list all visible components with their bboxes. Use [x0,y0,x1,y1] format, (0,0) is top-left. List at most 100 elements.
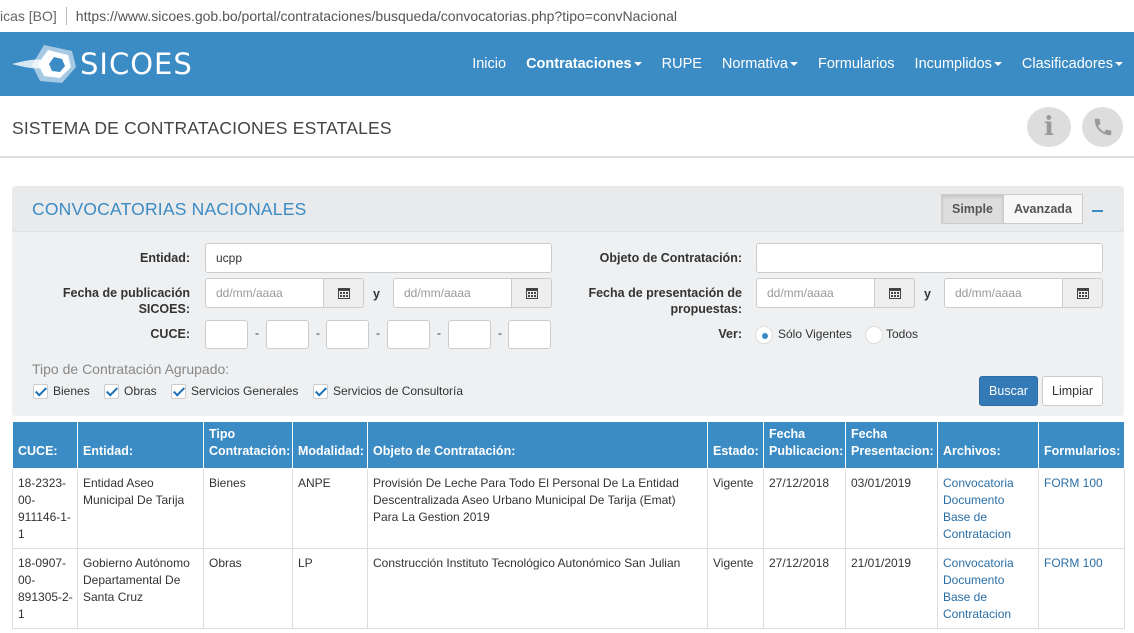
advanced-mode-button[interactable]: Avanzada [1004,194,1083,224]
calendar-button[interactable] [1063,278,1103,308]
nav-clasificadores-label: Clasificadores [1021,56,1113,72]
link-documento-base[interactable]: Documento Base de Contratacion [943,493,1011,541]
header-formularios[interactable]: Formularios: [1038,422,1125,469]
brand-name: SICOES [80,47,193,81]
calendar-button[interactable] [512,278,552,308]
caret-down-icon [993,62,1002,66]
fecha-publicacion-label-line1: Fecha de publicación [62,286,190,300]
header-fecha-publicacion[interactable]: Fecha Publicacion: [763,422,846,469]
header-cuce[interactable]: CUCE: [12,422,78,469]
header-entidad[interactable]: Entidad: [77,422,204,469]
fecha-publicacion-hasta-input[interactable]: dd/mm/aaaa [393,278,512,308]
cuce-separator: - [255,326,259,340]
radio-solo-vigentes-label: Sólo Vigentes [778,327,852,341]
cell-fecha-presentacion: 21/01/2019 [845,548,938,629]
header-fpub-line2: Publicacion: [769,444,844,458]
fecha-publicacion-label-line2: SICOES: [138,302,190,316]
radio-todos[interactable] [865,326,883,344]
nav-rupe[interactable]: RUPE [652,56,712,72]
checkbox-servicios-consultoria[interactable] [313,384,328,399]
link-documento-base[interactable]: Documento Base de Contratacion [943,573,1011,621]
nav-inicio[interactable]: Inicio [462,56,516,72]
radio-solo-vigentes[interactable] [755,326,773,344]
cell-objeto: Construcción Instituto Tecnológico Auton… [367,548,708,629]
nav-contrataciones[interactable]: Contrataciones [516,56,652,72]
cuce-input-6[interactable] [508,320,551,349]
checkbox-bienes[interactable] [33,384,48,399]
radio-todos-label: Todos [886,327,919,341]
cell-fecha-publicacion: 27/12/2018 [763,468,846,549]
nav-incumplidos[interactable]: Incumplidos [905,56,1012,72]
calendar-icon [525,288,538,299]
ver-label: Ver: [718,327,742,341]
calendar-button[interactable] [875,278,915,308]
cell-entidad: Entidad Aseo Municipal De Tarija [77,468,204,549]
objeto-input[interactable] [756,243,1103,273]
fecha-presentacion-desde-input[interactable]: dd/mm/aaaa [756,278,875,308]
calendar-icon [337,288,350,299]
header-tipo-line2: Contratación: [209,444,291,458]
collapse-icon[interactable] [1092,210,1103,212]
header-tipo-line1: Tipo [209,427,236,441]
link-convocatoria[interactable]: Convocatoria [943,476,1014,490]
limpiar-button[interactable]: Limpiar [1042,376,1103,406]
cuce-input-2[interactable] [266,320,309,349]
header-objeto[interactable]: Objeto de Contratación: [367,422,708,469]
fecha-presentacion-hasta-input[interactable]: dd/mm/aaaa [944,278,1063,308]
cell-entidad: Gobierno Autónomo Departamental De Santa… [77,548,204,629]
header-tipo[interactable]: Tipo Contratación: [203,422,293,469]
panel-title: CONVOCATORIAS NACIONALES [32,199,307,219]
header-fpres-line1: Fecha [851,427,888,441]
fecha-publicacion-desde-input[interactable]: dd/mm/aaaa [205,278,324,308]
address-bar[interactable]: icas [BO] https://www.sicoes.gob.bo/port… [0,0,1134,32]
search-mode-toggle: Simple Avanzada [941,194,1083,224]
buscar-button[interactable]: Buscar [979,376,1038,406]
cuce-input-1[interactable] [205,320,248,349]
fecha-publicacion-label: Fecha de publicación SICOES: [40,285,190,317]
checkbox-obras[interactable] [104,384,119,399]
entidad-input[interactable]: ucpp [205,243,552,273]
cell-cuce: 18-2323-00-911146-1-1 [12,468,78,549]
link-form-100[interactable]: FORM 100 [1044,476,1103,490]
header-fpub-line1: Fecha [769,427,806,441]
search-panel-header: CONVOCATORIAS NACIONALES Simple Avanzada [12,186,1124,232]
phone-button[interactable] [1082,107,1123,147]
table-header-row: CUCE: Entidad: Tipo Contratación: Modalid… [12,422,1125,469]
sicoes-logo[interactable]: SICOES [10,40,193,88]
cuce-input-5[interactable] [448,320,491,349]
url-text[interactable]: https://www.sicoes.gob.bo/portal/contrat… [76,8,677,24]
header-modalidad[interactable]: Modalidad: [292,422,368,469]
link-convocatoria[interactable]: Convocatoria [943,556,1014,570]
fecha-presentacion-label-line2: propuestas: [670,302,742,316]
bolivia-shape-icon [12,45,76,83]
fecha-presentacion-and: y [924,287,931,301]
address-bar-divider [65,7,67,25]
calendar-button[interactable] [324,278,364,308]
cell-modalidad: LP [292,548,368,629]
fecha-publicacion-desde: dd/mm/aaaa [205,278,364,308]
cell-formularios: FORM 100 [1038,468,1125,549]
cell-estado: Vigente [707,468,764,549]
cuce-separator: - [376,326,380,340]
link-form-100[interactable]: FORM 100 [1044,556,1103,570]
header-fecha-presentacion[interactable]: Fecha Presentacion: [845,422,938,469]
cuce-input-3[interactable] [326,320,369,349]
nav-clasificadores[interactable]: Clasificadores [1012,56,1134,72]
cuce-label: CUCE: [150,327,190,341]
cuce-separator: - [316,326,320,340]
header-archivos[interactable]: Archivos: [937,422,1039,469]
fecha-presentacion-label-line1: Fecha de presentación de [588,286,742,300]
cuce-separator: - [498,326,502,340]
info-button[interactable]: i [1027,107,1071,147]
checkbox-servicios-generales-label: Servicios Generales [191,384,299,398]
checkbox-servicios-generales[interactable] [171,384,186,399]
header-estado[interactable]: Estado: [707,422,764,469]
nav-normativa[interactable]: Normativa [712,56,808,72]
simple-mode-button[interactable]: Simple [941,194,1004,224]
cell-formularios: FORM 100 [1038,548,1125,629]
cell-estado: Vigente [707,548,764,629]
checkbox-servicios-consultoria-label: Servicios de Consultoría [333,384,464,398]
cuce-input-4[interactable] [387,320,430,349]
results-table: CUCE: Entidad: Tipo Contratación: Modalid… [12,422,1125,629]
nav-formularios[interactable]: Formularios [808,56,905,72]
